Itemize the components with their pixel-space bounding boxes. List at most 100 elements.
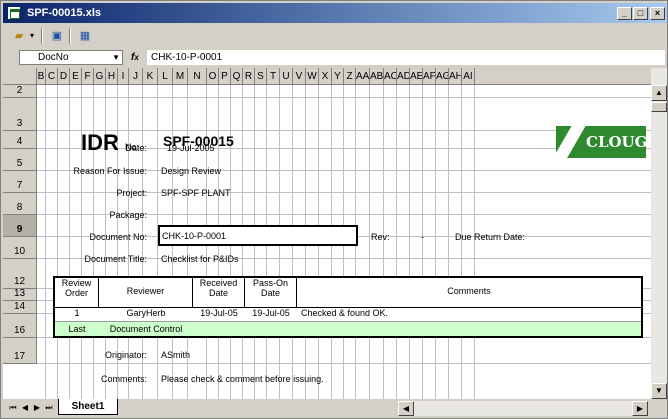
column-header-k[interactable]: K [143, 68, 158, 85]
column-header-g[interactable]: G [94, 68, 106, 85]
review-table: Review Order Reviewer Received Date Pass… [53, 276, 643, 338]
prev-sheet-icon[interactable]: ◀ [19, 401, 31, 415]
fx-icon[interactable]: fx [131, 50, 139, 65]
row-header-3[interactable]: 3 [3, 98, 37, 131]
header-pass-on-date: Pass-On Date [245, 278, 297, 307]
column-header-f[interactable]: F [82, 68, 94, 85]
last-sheet-icon[interactable]: ⏭ [43, 401, 55, 415]
row-header-5[interactable]: 5 [3, 149, 37, 171]
row-header-4[interactable]: 4 [3, 131, 37, 149]
column-header-s[interactable]: S [255, 68, 267, 85]
row-header-8[interactable]: 8 [3, 193, 37, 215]
gridline [396, 85, 397, 399]
row-order: Last [68, 324, 86, 334]
row-received: 19-Jul-05 [200, 308, 238, 318]
project-label: Project: [116, 188, 147, 198]
row-header-7[interactable]: 7 [3, 171, 37, 193]
title-value: Checklist for P&IDs [161, 254, 239, 264]
scroll-left-button[interactable]: ◀ [398, 401, 414, 416]
date-label: Date: [125, 143, 147, 153]
row-header-16[interactable]: 16 [3, 314, 37, 338]
column-header-u[interactable]: U [280, 68, 293, 85]
column-header-ad[interactable]: AD [397, 68, 410, 85]
column-header-ae[interactable]: AE [410, 68, 423, 85]
column-header-r[interactable]: R [243, 68, 255, 85]
open-folder-icon[interactable]: ▰ [9, 27, 29, 45]
column-header-ac[interactable]: AC [384, 68, 397, 85]
rev-label: Rev: [371, 232, 390, 242]
column-header-ag[interactable]: AG [436, 68, 449, 85]
horizontal-scrollbar[interactable]: ◀ ▶ [398, 401, 648, 416]
column-header-p[interactable]: P [219, 68, 231, 85]
column-header-ab[interactable]: AB [370, 68, 384, 85]
column-header-l[interactable]: L [158, 68, 173, 85]
row-header-14[interactable]: 14 [3, 301, 37, 314]
column-header-y[interactable]: Y [332, 68, 344, 85]
maximize-button[interactable]: □ [633, 7, 648, 20]
vertical-scrollbar[interactable]: ▲ ▼ [651, 68, 667, 399]
column-header-t[interactable]: T [267, 68, 280, 85]
scroll-up-button[interactable]: ▲ [651, 85, 667, 101]
row-number: 16 [13, 325, 26, 336]
docno-cell[interactable]: CHK-10-P-0001 [158, 225, 358, 246]
column-header-aa[interactable]: AA [356, 68, 370, 85]
excel-app-icon[interactable] [7, 6, 21, 20]
sheet-tab-sheet1[interactable]: Sheet1 [58, 399, 118, 415]
column-header-ai[interactable]: AI [462, 68, 475, 85]
scroll-down-button[interactable]: ▼ [651, 383, 667, 399]
column-header-c[interactable]: C [46, 68, 58, 85]
row-reviewer: GaryHerb [126, 308, 166, 318]
row-header-13[interactable]: 13 [3, 288, 37, 301]
dropdown-icon[interactable]: ▾ [27, 27, 37, 45]
column-header-x[interactable]: X [319, 68, 332, 85]
column-header-af[interactable]: AF [423, 68, 436, 85]
scroll-thumb[interactable] [651, 102, 667, 112]
row-number: 7 [16, 180, 23, 191]
header-comments: Comments [447, 286, 491, 296]
column-header-w[interactable]: W [306, 68, 319, 85]
scroll-right-button[interactable]: ▶ [632, 401, 648, 416]
name-box[interactable]: DocNo ▼ [19, 50, 123, 65]
gridline [45, 85, 46, 399]
column-header-b[interactable]: B [37, 68, 46, 85]
name-box-dropdown-icon[interactable]: ▼ [112, 51, 120, 64]
select-all-corner[interactable] [3, 68, 37, 85]
table-row[interactable]: 1 GaryHerb 19-Jul-05 19-Jul-05 Checked &… [55, 308, 641, 320]
row-header-9[interactable]: 9 [3, 215, 37, 237]
table-row-last[interactable]: Last Document Control [55, 321, 641, 336]
close-button[interactable]: × [650, 7, 665, 20]
column-header-i[interactable]: I [118, 68, 129, 85]
column-header-z[interactable]: Z [344, 68, 356, 85]
row-number: 2 [16, 85, 23, 96]
docno-label: Document No: [89, 232, 147, 242]
column-header-h[interactable]: H [106, 68, 118, 85]
row-number: 3 [16, 118, 23, 129]
column-header-v[interactable]: V [293, 68, 306, 85]
title-bar[interactable]: SPF-00015.xls _ □ × [3, 3, 667, 23]
name-box-value: DocNo [38, 52, 69, 63]
column-header-j[interactable]: J [129, 68, 143, 85]
minimize-button[interactable]: _ [617, 7, 632, 20]
column-header-e[interactable]: E [70, 68, 82, 85]
formula-input[interactable]: CHK-10-P-0001 [147, 50, 665, 65]
column-header-q[interactable]: Q [231, 68, 243, 85]
row-header-10[interactable]: 10 [3, 237, 37, 259]
originator-value: ASmith [161, 350, 191, 360]
column-header-ah[interactable]: AH [449, 68, 462, 85]
window-icon[interactable]: ▣ [47, 27, 67, 45]
row-header-17[interactable]: 17 [3, 338, 37, 364]
column-header-n[interactable]: N [188, 68, 207, 85]
header-received-date: Received Date [193, 278, 245, 307]
column-header-m[interactable]: M [173, 68, 188, 85]
row-header-12[interactable]: 12 [3, 259, 37, 289]
column-headers: BCDEFGHIJKLMNOPQRSTUVWXYZAAABACADAEAFAGA… [3, 68, 651, 85]
row-header-2[interactable]: 2 [3, 85, 37, 98]
rev-value: - [421, 232, 424, 242]
first-sheet-icon[interactable]: ⏮ [7, 401, 19, 415]
column-header-o[interactable]: O [207, 68, 219, 85]
next-sheet-icon[interactable]: ▶ [31, 401, 43, 415]
reason-label: Reason For Issue: [73, 166, 147, 176]
grid-icon[interactable]: ▦ [75, 27, 95, 45]
spreadsheet-grid[interactable]: BCDEFGHIJKLMNOPQRSTUVWXYZAAABACADAEAFAGA… [3, 68, 651, 399]
column-header-d[interactable]: D [58, 68, 70, 85]
